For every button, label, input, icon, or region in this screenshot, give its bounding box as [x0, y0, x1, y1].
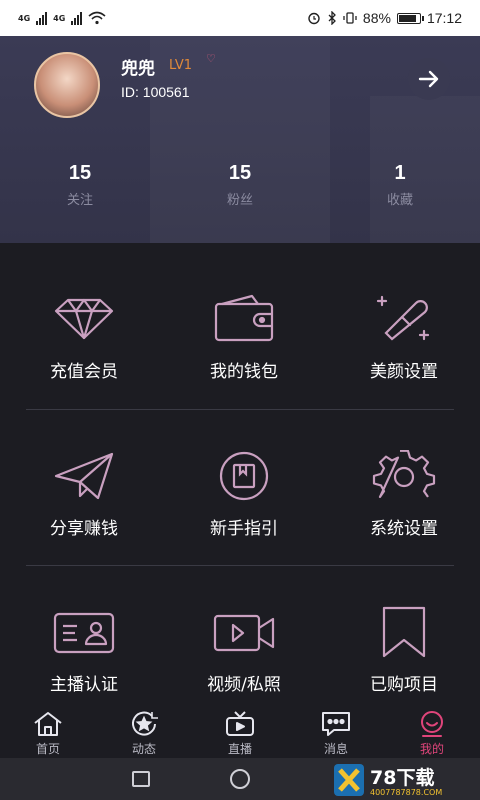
menu-label: 我的钱包	[210, 362, 278, 382]
menu-row-1: 充值会员 我的钱包 美颜设置	[0, 243, 480, 400]
battery-fill	[398, 14, 416, 22]
stat-following[interactable]: 15 关注	[20, 162, 140, 208]
bluetooth-icon	[328, 11, 336, 25]
stat-value: 15	[228, 162, 252, 184]
tab-label: 我的	[419, 742, 444, 756]
menu-label: 视频/私照	[207, 675, 281, 695]
menu-label: 美颜设置	[370, 362, 438, 382]
profile-icon	[418, 710, 446, 738]
network-type-1: 4G	[18, 13, 31, 23]
tab-moments[interactable]: 动态	[96, 706, 192, 758]
home-button[interactable]	[230, 769, 250, 789]
status-bar: 4G 4G 88% 17:12	[0, 0, 480, 36]
network-type-2: 4G	[53, 13, 66, 23]
arrow-right-icon	[418, 70, 439, 88]
profile-header: 兜兜 LV1 ♡ ID: 100561 15 关注 15 粉丝 1 收藏	[0, 36, 480, 243]
moments-icon	[130, 710, 158, 738]
signal-icon-2	[71, 11, 83, 25]
stat-label: 粉丝	[226, 193, 253, 208]
stat-fans[interactable]: 15 粉丝	[180, 162, 300, 208]
video-camera-icon	[212, 606, 276, 658]
paper-plane-icon	[52, 450, 116, 502]
tab-live[interactable]: 直播	[192, 706, 288, 758]
gear-icon	[372, 450, 436, 502]
tab-label: 消息	[323, 742, 348, 756]
beauty-pen-icon	[372, 293, 436, 345]
battery-percent: 88%	[362, 10, 391, 26]
menu-label: 充值会员	[50, 362, 118, 382]
menu-item-purchased[interactable]: 已购项目	[324, 556, 480, 713]
battery-icon	[396, 12, 424, 24]
chat-icon	[320, 710, 352, 738]
diamond-icon	[52, 293, 116, 345]
bookmark-icon	[372, 606, 436, 658]
heart-icon: ♡	[206, 52, 216, 65]
status-time: 17:12	[426, 10, 462, 26]
tab-home[interactable]: 首页	[0, 706, 96, 758]
wallet-icon	[212, 293, 276, 345]
watermark-logo: 78下载 4007787878.COM	[332, 762, 472, 798]
menu-row-3: 主播认证 视频/私照 已购项目	[0, 556, 480, 713]
menu-item-anchor-verify[interactable]: 主播认证	[4, 556, 164, 713]
level-badge: LV1	[169, 58, 192, 73]
recent-apps-button[interactable]	[132, 771, 150, 787]
status-left: 4G 4G	[18, 11, 106, 25]
system-navigation-bar: 78下载 4007787878.COM	[0, 758, 480, 800]
menu-label: 分享赚钱	[50, 519, 118, 539]
menu-item-share[interactable]: 分享赚钱	[4, 400, 164, 557]
menu-row-2: 分享赚钱 新手指引 系统设置	[0, 400, 480, 557]
signal-icon	[36, 11, 48, 25]
menu-item-wallet[interactable]: 我的钱包	[164, 243, 324, 400]
watermark-phone: 4007787878.COM	[370, 788, 442, 797]
tab-messages[interactable]: 消息	[288, 706, 384, 758]
profile-detail-button[interactable]	[408, 58, 450, 100]
menu-label: 已购项目	[370, 675, 438, 695]
tab-me[interactable]: 我的	[384, 706, 480, 758]
menu-item-vip[interactable]: 充值会员	[4, 243, 164, 400]
menu-item-guide[interactable]: 新手指引	[164, 400, 324, 557]
status-right: 88% 17:12	[307, 10, 462, 26]
tab-label: 动态	[131, 742, 156, 756]
stat-value: 1	[394, 162, 406, 184]
bottom-tab-bar: 首页 动态 直播 消息 我的	[0, 706, 480, 758]
menu-label: 主播认证	[50, 675, 118, 695]
menu-label: 新手指引	[210, 519, 278, 539]
tv-icon	[225, 710, 255, 738]
stat-label: 关注	[66, 193, 93, 208]
guide-book-icon	[212, 450, 276, 502]
id-card-icon	[52, 606, 116, 658]
alarm-icon	[308, 12, 320, 25]
watermark-brand: 78下载	[370, 766, 434, 789]
menu-item-beauty[interactable]: 美颜设置	[324, 243, 480, 400]
stat-label: 收藏	[386, 193, 413, 208]
menu-item-settings[interactable]: 系统设置	[324, 400, 480, 557]
tab-label: 直播	[227, 742, 252, 756]
wifi-icon	[88, 11, 106, 25]
user-id: ID: 100561	[121, 84, 190, 100]
vibrate-icon	[343, 12, 357, 24]
stat-favorites[interactable]: 1 收藏	[340, 162, 460, 208]
avatar[interactable]	[34, 52, 100, 118]
home-icon	[33, 710, 63, 738]
menu-label: 系统设置	[370, 519, 438, 539]
menu-item-video[interactable]: 视频/私照	[164, 556, 324, 713]
stat-value: 15	[68, 162, 92, 184]
username: 兜兜	[121, 59, 155, 79]
tab-label: 首页	[35, 742, 60, 756]
